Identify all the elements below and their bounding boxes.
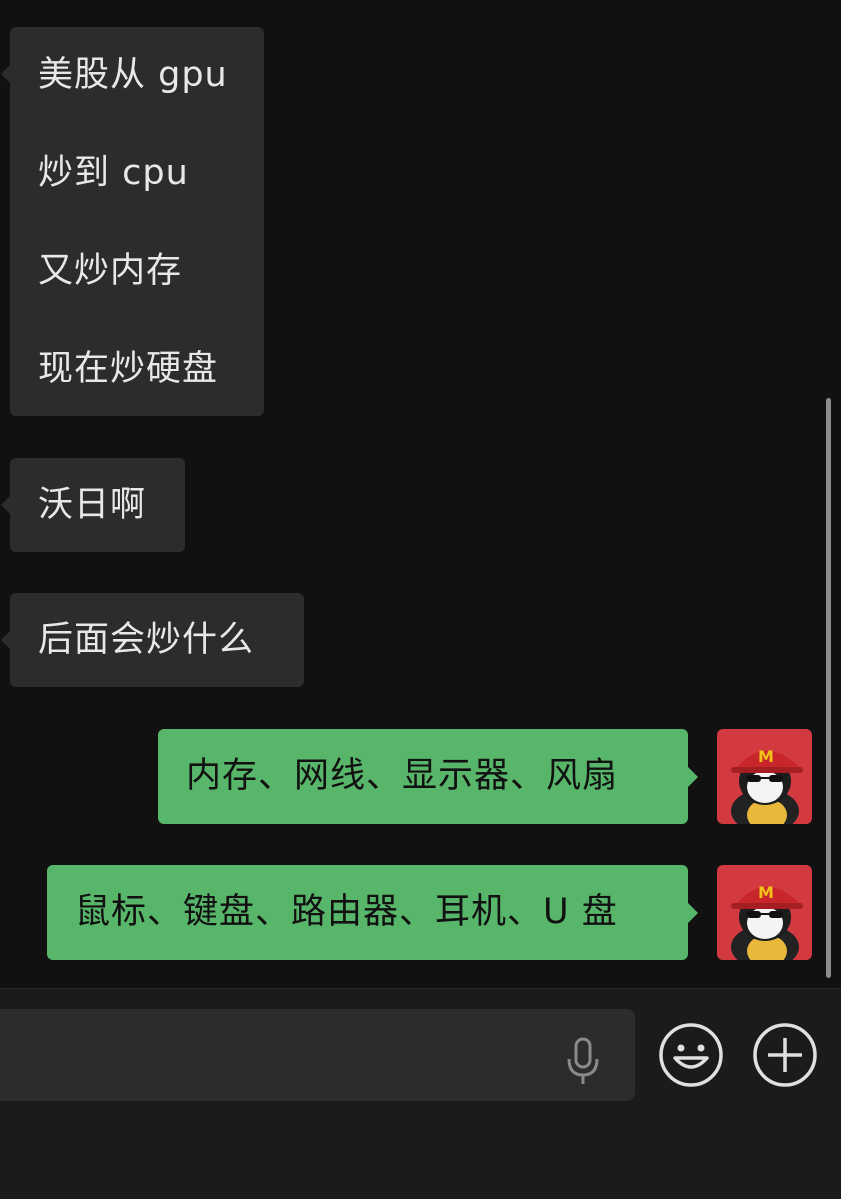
microphone-icon[interactable]: [565, 1037, 601, 1087]
message-list[interactable]: 美股从 gpu 炒到 cpu 又炒内存 现在炒硬盘 沃日啊 后面会炒什么 内存、…: [0, 0, 841, 988]
outgoing-message[interactable]: 鼠标、键盘、路由器、耳机、U 盘: [47, 865, 698, 960]
scrollbar[interactable]: [826, 398, 831, 978]
incoming-message[interactable]: 沃日啊: [1, 458, 185, 552]
incoming-message[interactable]: 后面会炒什么: [1, 593, 304, 687]
message-line: 鼠标、键盘、路由器、耳机、U 盘: [75, 892, 618, 932]
svg-text:M: M: [758, 747, 774, 766]
message-line: 炒到 cpu: [38, 153, 189, 193]
message-input[interactable]: [0, 1009, 635, 1101]
plus-circle-icon[interactable]: [752, 1022, 818, 1088]
message-line: 内存、网线、显示器、风扇: [186, 756, 619, 796]
message-line: 后面会炒什么: [38, 620, 255, 660]
message-line: 又炒内存: [38, 251, 183, 291]
input-bar: [0, 988, 841, 1199]
message-line: 现在炒硬盘: [38, 349, 219, 389]
outgoing-message[interactable]: 内存、网线、显示器、风扇: [158, 729, 698, 824]
avatar[interactable]: M: [717, 729, 812, 824]
penguin-mcdonalds-cap-avatar-icon: M: [717, 865, 812, 960]
message-line: 美股从 gpu: [38, 55, 228, 95]
message-line: 沃日啊: [38, 485, 147, 525]
incoming-message[interactable]: 美股从 gpu 炒到 cpu 又炒内存 现在炒硬盘: [1, 27, 264, 416]
avatar[interactable]: M: [717, 865, 812, 960]
smiley-face-icon[interactable]: [658, 1022, 724, 1088]
svg-text:M: M: [758, 883, 774, 902]
penguin-mcdonalds-cap-avatar-icon: M: [717, 729, 812, 824]
